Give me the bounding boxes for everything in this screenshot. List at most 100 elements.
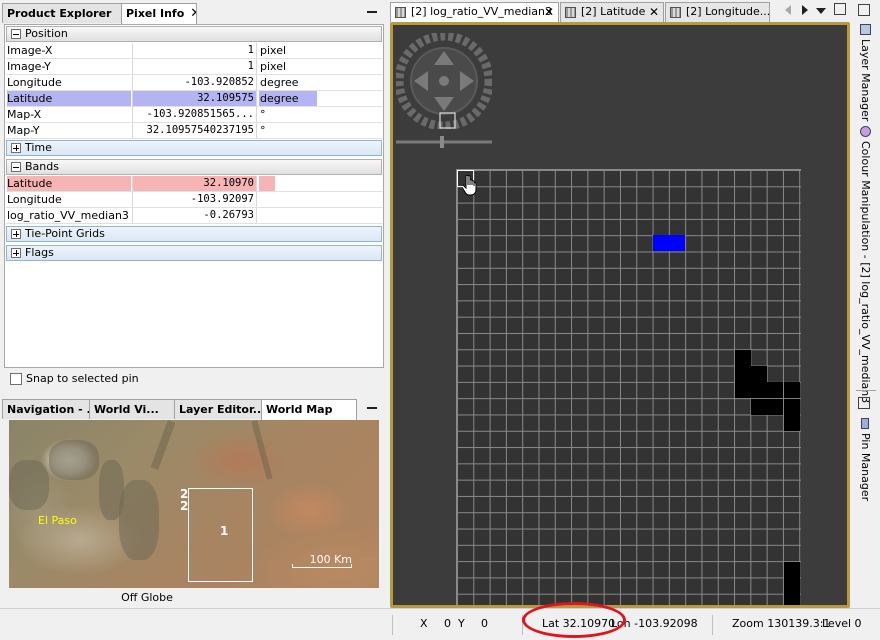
row-name: log_ratio_VV_median3 <box>7 209 129 222</box>
pixel-info-table: Position Image-X 1 pixel Image-Y 1 pixel… <box>4 24 384 368</box>
tab-latitude[interactable]: [2] Latitude ✕ <box>560 2 664 22</box>
section-label: Tie-Point Grids <box>25 227 105 240</box>
row-value: 32.10957540237195 <box>132 123 257 138</box>
row-value: 1 <box>132 43 257 58</box>
pixel-black <box>784 415 800 431</box>
tab-world-map[interactable]: World Map <box>261 399 357 420</box>
tab-log-ratio-vv-median3[interactable]: [2] log_ratio_VV_median3 ✕ <box>390 2 559 22</box>
tab-pin-manager[interactable]: Pin Manager <box>854 418 876 502</box>
image-band-icon <box>395 7 406 18</box>
section-position[interactable]: Position <box>6 26 382 42</box>
world-map-view[interactable]: El Paso 2 2 1 100 Km <box>9 420 379 588</box>
section-tie-point-grids[interactable]: Tie-Point Grids <box>6 226 382 242</box>
tab-product-explorer[interactable]: Product Explorer <box>2 3 122 23</box>
tab-layer-manager[interactable]: Layer Manager <box>854 24 876 121</box>
expand-icon[interactable] <box>11 229 21 239</box>
pixel-black <box>784 399 800 415</box>
status-x-value: 0 <box>444 617 451 630</box>
table-row-highlighted: Latitude 32.109575 degree <box>6 91 382 107</box>
row-unit: degree <box>259 91 379 106</box>
row-name: Latitude <box>7 176 131 191</box>
tab-label: [2] log_ratio_VV_median3 <box>411 5 552 18</box>
row-name: Map-X <box>7 108 42 121</box>
pixel-grid[interactable] <box>456 169 801 605</box>
colour-wheel-icon <box>859 126 871 137</box>
section-label: Bands <box>25 160 59 173</box>
row-name: Latitude <box>7 91 131 106</box>
left-bottom-tabstrip: Navigation - ... World Vi... Layer Edito… <box>0 396 386 420</box>
row-unit <box>259 192 379 207</box>
row-unit <box>259 208 379 223</box>
row-value: -103.92097 <box>132 192 257 207</box>
section-flags[interactable]: Flags <box>6 245 382 261</box>
row-name: Longitude <box>7 193 62 206</box>
minimize-icon[interactable] <box>366 400 378 414</box>
scroll-right-icon[interactable] <box>800 4 810 16</box>
tab-label: [2] Latitude <box>581 5 646 18</box>
expand-icon[interactable] <box>11 143 21 153</box>
left-top-tabstrip: Product Explorer Pixel Info ✕ <box>0 0 386 24</box>
close-icon[interactable]: ✕ <box>190 5 196 22</box>
status-y-value: 0 <box>481 617 488 630</box>
right-tool-sidebar: Layer Manager Colour Manipulation - [2] … <box>852 0 880 608</box>
annotation-ellipse <box>522 602 626 638</box>
section-bands[interactable]: Bands <box>6 159 382 175</box>
section-label: Flags <box>25 246 54 259</box>
status-zoom: Zoom 130139.3:1 <box>732 617 831 630</box>
table-row: Longitude -103.92097 <box>6 192 382 208</box>
minimize-icon[interactable] <box>366 4 378 18</box>
expand-icon[interactable] <box>11 248 21 258</box>
section-label: Time <box>25 141 52 154</box>
image-band-icon <box>670 7 681 18</box>
tab-list-dropdown-icon[interactable] <box>816 4 826 16</box>
pixel-black <box>784 578 800 594</box>
restore-window-icon[interactable] <box>858 397 870 409</box>
checkbox[interactable] <box>10 373 22 385</box>
row-unit <box>259 176 379 191</box>
tab-navigation[interactable]: Navigation - ... <box>2 399 90 419</box>
row-unit: pixel <box>260 44 287 57</box>
table-row: Map-X -103.920851565... ° <box>6 107 382 123</box>
tab-pixel-info[interactable]: Pixel Info ✕ <box>121 3 197 24</box>
row-value: -0.26793 <box>132 208 257 223</box>
collapse-icon[interactable] <box>11 162 21 172</box>
close-icon[interactable]: ✕ <box>649 3 659 21</box>
tab-world-view[interactable]: World Vi... <box>89 399 175 419</box>
pixel-blue <box>653 235 669 251</box>
collapse-icon[interactable] <box>11 29 21 39</box>
tab-label: [2] Longitude... <box>686 5 770 18</box>
row-unit: degree <box>260 76 299 89</box>
scale-label: 100 Km <box>309 553 352 566</box>
close-icon[interactable]: ✕ <box>544 3 554 21</box>
tab-label: World Vi... <box>94 403 159 416</box>
zoom-slider[interactable] <box>396 136 492 148</box>
status-level: Level 0 <box>822 617 862 630</box>
tab-layer-editor[interactable]: Layer Editor... <box>174 399 262 419</box>
row-value: -103.920852 <box>132 75 257 90</box>
pixel-black <box>784 382 800 398</box>
tab-label: Colour Manipulation - [2] log_ratio_VV_m… <box>859 141 872 404</box>
image-view-panel: [2] log_ratio_VV_median3 ✕ [2] Latitude … <box>388 0 852 608</box>
tab-longitude[interactable]: [2] Longitude... <box>665 2 770 22</box>
pixel-black <box>784 594 800 605</box>
city-label: El Paso <box>38 514 77 527</box>
row-name: Map-Y <box>7 124 40 137</box>
row-value: 32.109575 <box>132 91 257 106</box>
pixel-black <box>751 399 767 415</box>
pixel-black <box>735 366 751 382</box>
restore-window-icon[interactable] <box>858 4 870 16</box>
status-bar: X 0 Y 0 Lat 32.10970 Lon -103.92098 Zoom… <box>0 608 880 640</box>
pan-control-icon[interactable] <box>396 33 492 129</box>
row-name: Longitude <box>7 76 62 89</box>
row-unit: ° <box>260 108 266 121</box>
image-canvas[interactable] <box>390 22 850 608</box>
status-x-label: X <box>420 617 428 630</box>
pixel-info-panel: Product Explorer Pixel Info ✕ Position Im… <box>0 0 386 392</box>
pixel-blue <box>669 235 685 251</box>
restore-window-icon[interactable] <box>834 3 846 15</box>
row-name: Image-X <box>7 44 53 57</box>
section-time[interactable]: Time <box>6 140 382 156</box>
scroll-left-icon[interactable] <box>784 4 794 16</box>
tab-colour-manipulation[interactable]: Colour Manipulation - [2] log_ratio_VV_m… <box>854 126 876 403</box>
table-row: Longitude -103.920852 degree <box>6 75 382 91</box>
